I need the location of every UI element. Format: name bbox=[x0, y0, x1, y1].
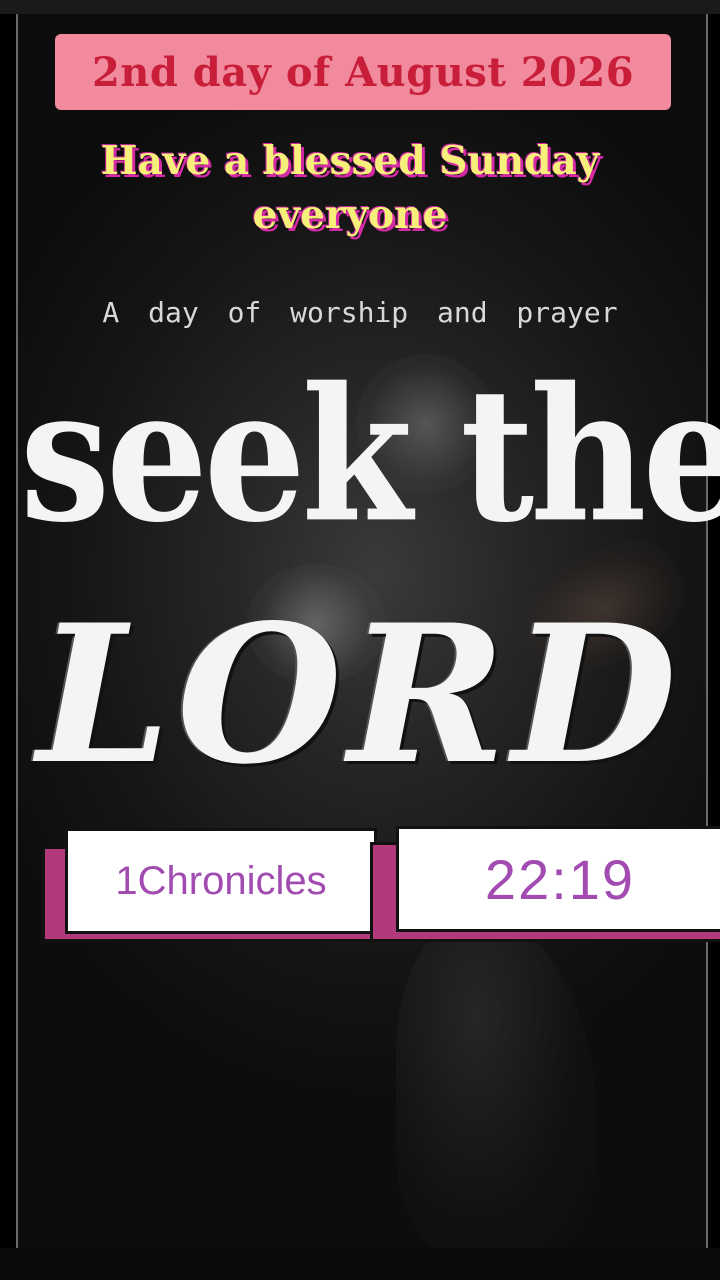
figure-silhouette bbox=[396, 914, 596, 1248]
greeting-line-1: Have a blessed Sunday bbox=[100, 138, 600, 184]
headline-seek-the: seek the bbox=[20, 346, 720, 564]
date-text: 2nd day of August 2026 bbox=[91, 48, 635, 96]
verse-book-card: 1Chronicles bbox=[65, 828, 377, 934]
verse-book: 1Chronicles bbox=[115, 858, 327, 903]
bottom-bar bbox=[0, 1248, 720, 1280]
verse-reference-card: 22:19 bbox=[396, 826, 720, 932]
date-banner: 2nd day of August 2026 bbox=[55, 34, 671, 110]
headline-lord: LORD bbox=[37, 583, 683, 806]
greeting-text: Have a blessed Sunday everyone bbox=[40, 134, 660, 242]
subtitle-text: A day of worship and prayer bbox=[102, 296, 618, 329]
greeting-line-2: everyone bbox=[252, 192, 448, 238]
top-bar bbox=[0, 0, 720, 14]
verse-reference: 22:19 bbox=[484, 847, 636, 911]
